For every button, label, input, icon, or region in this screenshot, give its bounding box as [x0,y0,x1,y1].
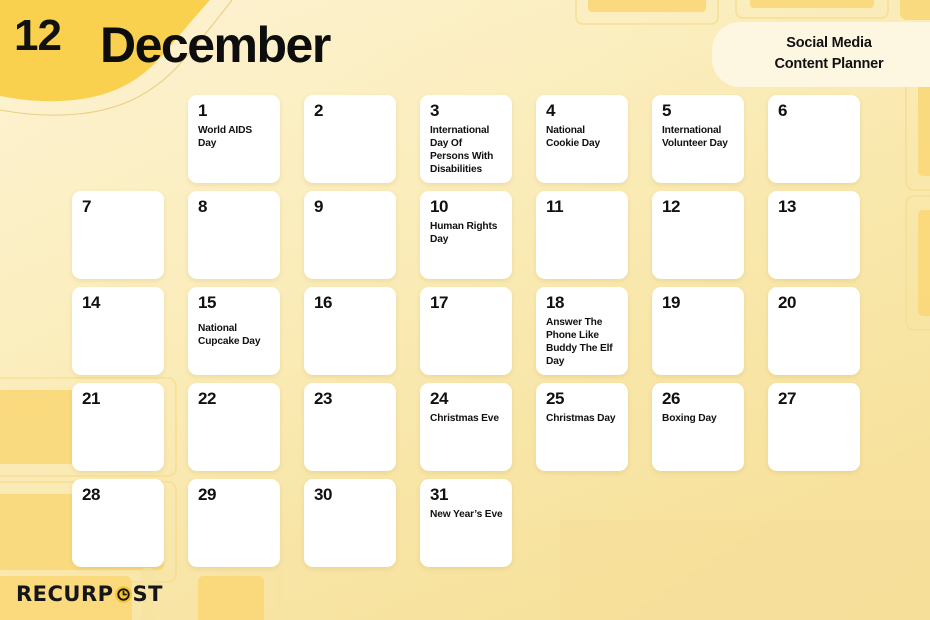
day-number: 13 [778,197,797,216]
day-number: 12 [662,197,681,216]
day-number: 17 [430,293,449,312]
day-cell[interactable]: 30 [304,479,396,567]
day-number: 18 [546,293,565,312]
day-number: 30 [314,485,333,504]
day-number: 24 [430,389,449,408]
day-cell[interactable]: 19 [652,287,744,375]
day-cell[interactable]: 16 [304,287,396,375]
day-number: 31 [430,485,449,504]
day-cell[interactable]: 21 [72,383,164,471]
logo-text-suffix: ST [132,581,163,606]
day-cell[interactable]: 6 [768,95,860,183]
day-number: 9 [314,197,324,216]
day-event-label: Answer The Phone Like Buddy The Elf Day [546,316,613,367]
calendar-grid: 1 World AIDS Day 2 3 International Day Of Pe… [72,95,860,567]
day-cell[interactable]: 15 National Cupcake Day [188,287,280,375]
day-event-label: Human Rights Day [430,220,498,245]
day-cell[interactable]: 23 [304,383,396,471]
day-number: 22 [198,389,217,408]
day-number: 23 [314,389,333,408]
day-cell[interactable]: 28 [72,479,164,567]
day-number: 11 [546,197,564,216]
day-number: 25 [546,389,565,408]
day-cell[interactable]: 25 Christmas Day [536,383,628,471]
day-number: 19 [662,293,681,312]
day-cell[interactable]: 9 [304,191,396,279]
day-cell[interactable]: 10 Human Rights Day [420,191,512,279]
recurpost-logo[interactable]: RECURP ST [16,582,163,606]
day-cell[interactable]: 3 International Day Of Persons With Disab… [420,95,512,183]
day-number: 6 [778,101,788,120]
day-cell[interactable]: 12 [652,191,744,279]
day-cell[interactable]: 1 World AIDS Day [188,95,280,183]
day-cell[interactable]: 7 [72,191,164,279]
day-event-label: Christmas Eve [430,412,499,424]
day-event-label: World AIDS Day [198,124,252,149]
planner-title-badge: Social Media Content Planner [712,22,930,88]
day-number: 5 [662,101,672,120]
day-number: 3 [430,101,440,120]
planner-title-line-1: Social Media [786,35,872,51]
day-cell[interactable]: 13 [768,191,860,279]
day-cell[interactable]: 22 [188,383,280,471]
day-cell[interactable]: 14 [72,287,164,375]
day-number: 21 [82,389,101,408]
day-number: 15 [198,293,217,312]
day-cell[interactable]: 11 [536,191,628,279]
day-event-label: Boxing Day [662,412,717,424]
day-cell[interactable]: 17 [420,287,512,375]
day-number: 10 [430,197,449,216]
day-cell[interactable]: 31 New Year’s Eve [420,479,512,567]
day-number: 4 [546,101,556,120]
day-event-label: New Year’s Eve [430,508,503,520]
logo-text-prefix: RECURP [16,581,114,606]
day-cell[interactable]: 2 [304,95,396,183]
day-number: 28 [82,485,101,504]
day-event-label: Christmas Day [546,412,616,424]
planner-title-line-2: Content Planner [774,56,884,73]
day-cell[interactable]: 26 Boxing Day [652,383,744,471]
day-cell[interactable]: 24 Christmas Eve [420,383,512,471]
day-cell[interactable]: 27 [768,383,860,471]
day-cell[interactable]: 8 [188,191,280,279]
day-number: 2 [314,101,324,120]
day-number: 27 [778,389,797,408]
day-event-label: National Cupcake Day [198,322,261,347]
day-number: 7 [82,197,92,216]
day-event-label: National Cookie Day [546,124,600,149]
day-cell[interactable]: 18 Answer The Phone Like Buddy The Elf Da… [536,287,628,375]
day-number: 14 [82,293,101,312]
day-event-label: International Day Of Persons With Disabi… [430,124,494,175]
day-event-label: International Volunteer Day [662,124,728,149]
day-number: 16 [314,293,333,312]
day-number: 1 [198,101,208,120]
day-cell[interactable]: 20 [768,287,860,375]
clock-icon [114,585,133,604]
day-number: 8 [198,197,208,216]
day-cell[interactable]: 5 International Volunteer Day [652,95,744,183]
day-cell[interactable]: 29 [188,479,280,567]
day-number: 20 [778,293,797,312]
day-number: 26 [662,389,681,408]
day-number: 29 [198,485,217,504]
day-cell[interactable]: 4 National Cookie Day [536,95,628,183]
